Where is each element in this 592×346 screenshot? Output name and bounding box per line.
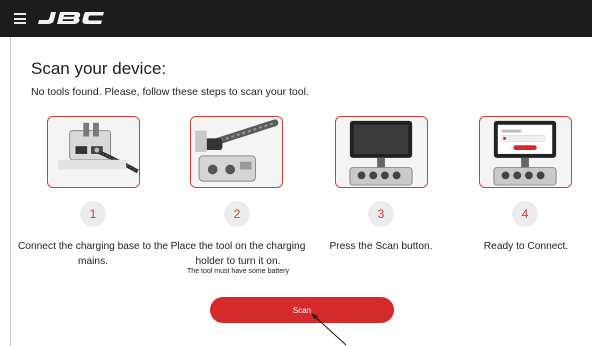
top-bar: [0, 0, 592, 37]
step-1-image: [47, 116, 140, 188]
step-2-label: Place the tool on the charging holder to…: [170, 241, 306, 267]
pointer-arrow-icon: [311, 313, 347, 346]
page-title: Scan your device:: [31, 59, 167, 78]
step-2-note: The tool must have some battery: [187, 268, 289, 275]
step-4-number: 4: [512, 201, 538, 227]
step-3-number: 3: [368, 201, 394, 227]
step-2-number: 2: [224, 201, 250, 227]
hamburger-menu-icon[interactable]: [14, 13, 26, 24]
jbc-logo: [38, 12, 104, 24]
step-4-image: [479, 116, 572, 188]
step-3-image: [335, 116, 428, 188]
page-subtitle: No tools found. Please, follow these ste…: [31, 86, 309, 98]
step-4-label: Ready to Connect.: [483, 241, 569, 252]
step-2-image: [190, 116, 283, 188]
step-1-number: 1: [80, 201, 106, 227]
step-1-label: Connect the charging base to the mains.: [17, 241, 169, 267]
step-3-label: Press the Scan button.: [329, 241, 433, 252]
content-border: [10, 37, 11, 346]
